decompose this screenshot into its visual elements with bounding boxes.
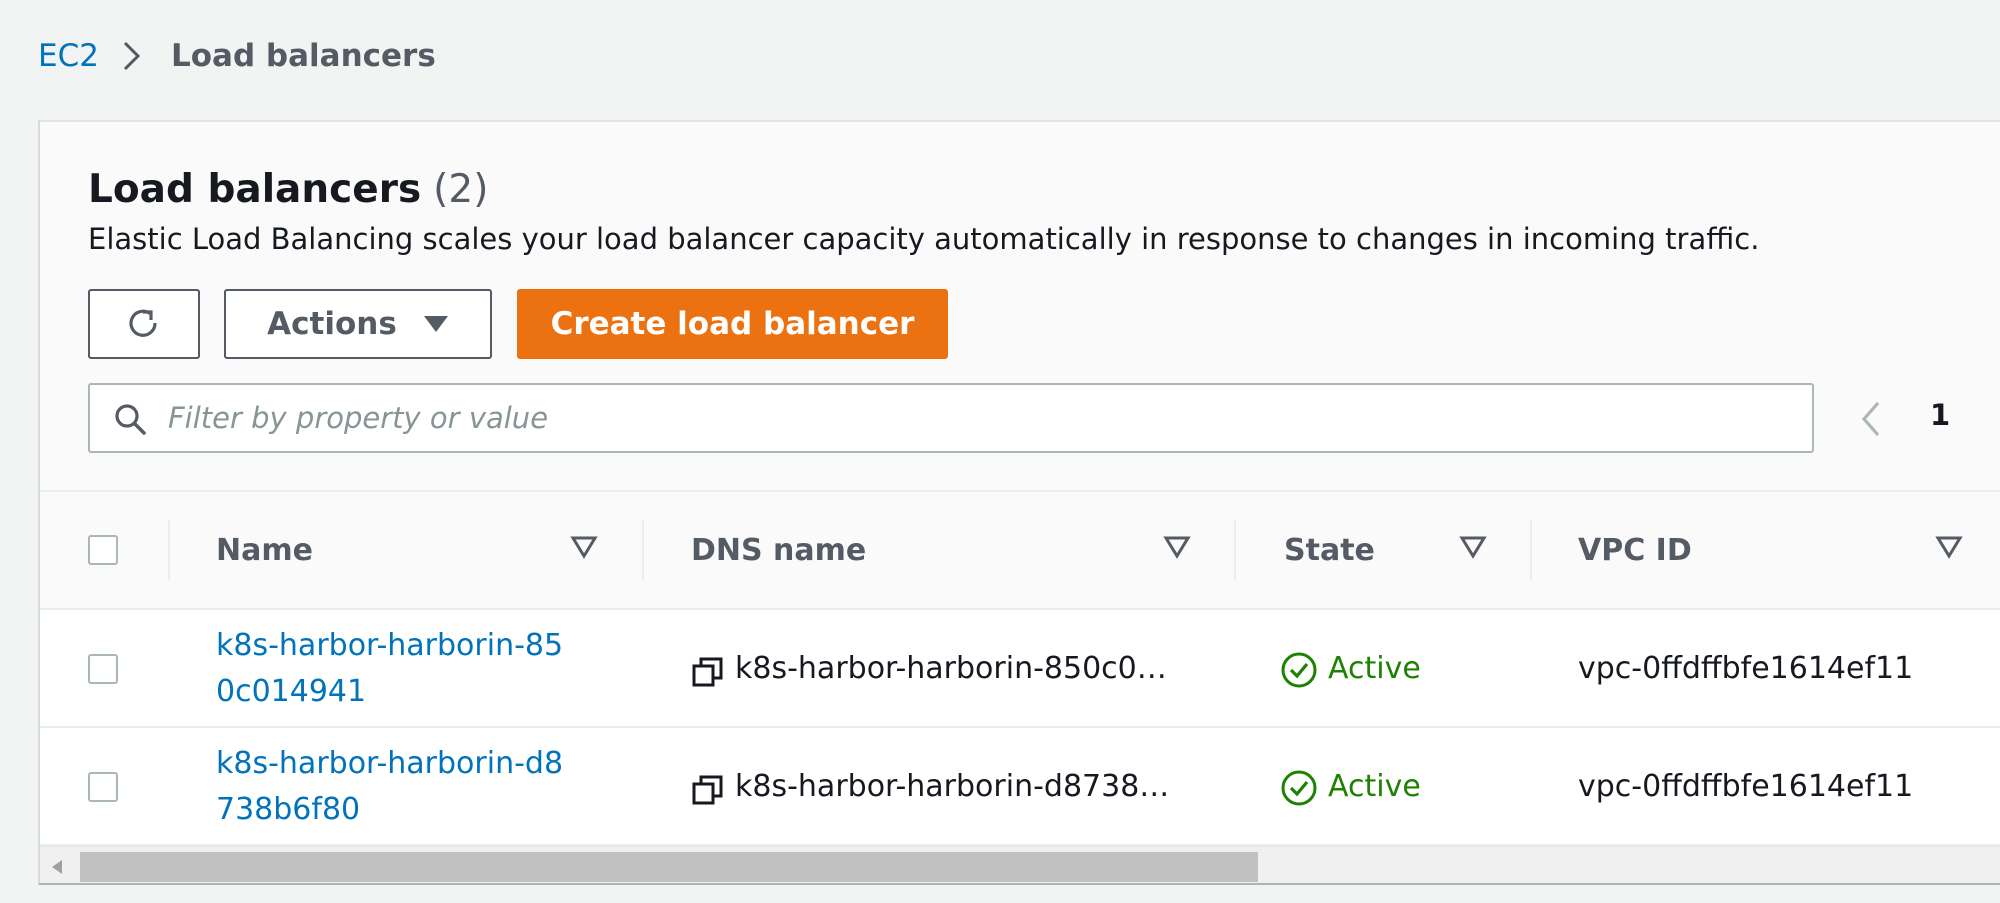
vpc-id: vpc-0ffdffbfe1614ef11	[1578, 651, 1914, 686]
column-divider[interactable]	[1530, 520, 1532, 580]
refresh-button[interactable]	[88, 289, 200, 359]
sort-icon[interactable]	[1163, 534, 1191, 560]
search-input[interactable]	[168, 391, 1788, 445]
horizontal-scrollbar[interactable]	[40, 846, 2000, 883]
dns-name: k8s-harbor-harborin-850c0…	[735, 651, 1167, 686]
page-title-text: Load balancers	[88, 167, 422, 212]
column-header-vpc-id[interactable]: VPC ID	[1578, 492, 1692, 608]
actions-button-label: Actions	[267, 306, 397, 342]
table-header: Name DNS name State VPC ID	[40, 492, 2000, 610]
table-row[interactable]: k8s-harbor-harborin-850c014941 k8s-harbo…	[40, 610, 2000, 728]
vpc-id: vpc-0ffdffbfe1614ef11	[1578, 769, 1914, 804]
column-header-dns-name[interactable]: DNS name	[691, 492, 866, 608]
refresh-icon	[129, 309, 157, 337]
column-header-name[interactable]: Name	[216, 492, 313, 608]
row-checkbox[interactable]	[88, 654, 118, 684]
load-balancers-panel: Load balancers (2) Elastic Load Balancing…	[38, 120, 2000, 885]
load-balancer-name-link[interactable]: k8s-harbor-harborin-d8738b6f80	[216, 741, 576, 833]
load-balancer-name-link[interactable]: k8s-harbor-harborin-850c014941	[216, 623, 576, 715]
page-title: Load balancers (2)	[88, 167, 488, 212]
status-check-icon	[1281, 652, 1317, 688]
title-count: (2)	[433, 167, 489, 212]
column-divider[interactable]	[168, 520, 170, 580]
create-load-balancer-button[interactable]: Create load balancer	[517, 289, 948, 359]
row-checkbox[interactable]	[88, 772, 118, 802]
panel-header: Load balancers (2) Elastic Load Balancing…	[40, 122, 2000, 492]
column-divider[interactable]	[642, 520, 644, 580]
breadcrumb-ec2-link[interactable]: EC2	[38, 38, 99, 74]
status-check-icon	[1281, 770, 1317, 806]
state-badge: Active	[1328, 769, 1421, 804]
sort-icon[interactable]	[1935, 534, 1963, 560]
search-field	[88, 383, 1814, 453]
actions-button[interactable]: Actions	[224, 289, 492, 359]
select-all-checkbox[interactable]	[88, 535, 118, 565]
caret-down-icon	[423, 316, 448, 332]
copy-icon[interactable]	[691, 773, 725, 807]
scroll-left-arrow-icon[interactable]	[50, 859, 64, 875]
pagination-previous-icon[interactable]	[1856, 399, 1886, 439]
dns-name: k8s-harbor-harborin-d8738…	[735, 769, 1170, 804]
search-icon	[115, 404, 146, 435]
state-badge: Active	[1328, 651, 1421, 686]
scrollbar-thumb[interactable]	[80, 852, 1258, 882]
page-description: Elastic Load Balancing scales your load …	[88, 222, 1760, 256]
table-row[interactable]: k8s-harbor-harborin-d8738b6f80 k8s-harbo…	[40, 728, 2000, 846]
sort-icon[interactable]	[570, 534, 598, 560]
chevron-right-icon	[123, 41, 141, 71]
sort-icon[interactable]	[1459, 534, 1487, 560]
pagination-current-page[interactable]: 1	[1930, 398, 1950, 432]
column-header-state[interactable]: State	[1284, 492, 1375, 608]
column-divider[interactable]	[1234, 520, 1236, 580]
copy-icon[interactable]	[691, 655, 725, 689]
breadcrumb: EC2 Load balancers	[38, 34, 436, 78]
breadcrumb-current: Load balancers	[170, 38, 436, 74]
